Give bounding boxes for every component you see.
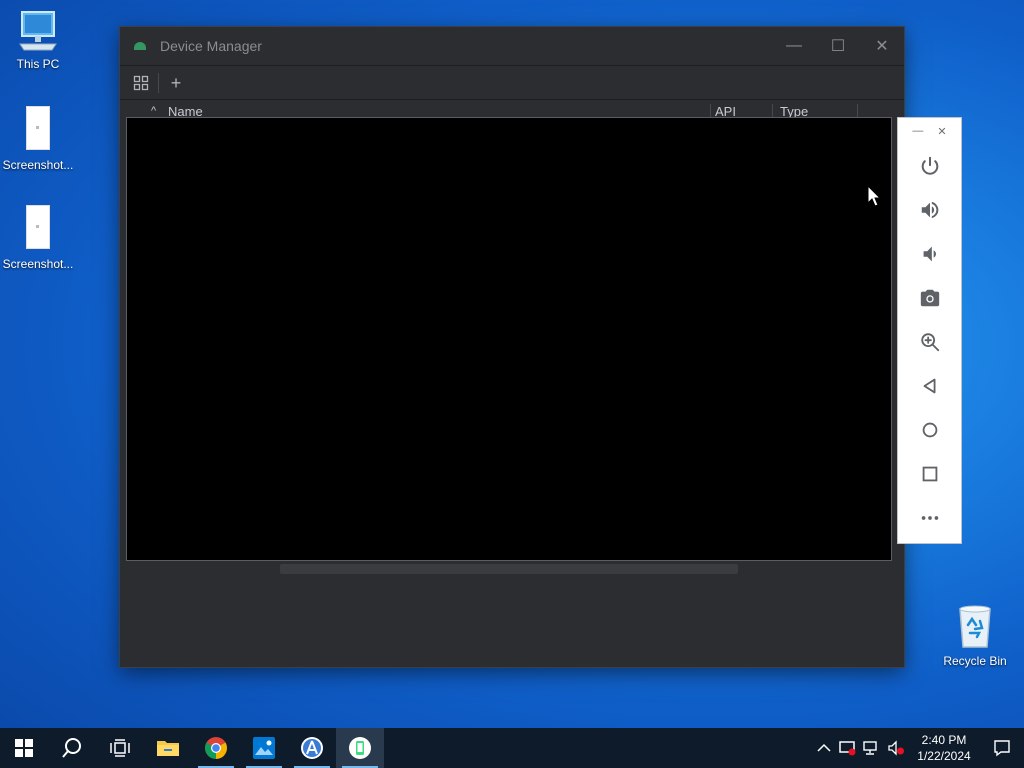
emulator-icon [349,737,371,759]
search-button[interactable] [48,728,96,768]
android-icon [134,42,146,50]
overview-icon [922,466,937,482]
image-file-icon [26,205,50,249]
home-icon [922,422,937,438]
android-studio-icon [301,737,323,759]
emulator-button[interactable] [336,728,384,768]
mouse-cursor-icon [867,185,881,207]
volume-up-icon [921,201,938,219]
volume-down-icon [923,246,936,262]
windows-logo-icon [15,739,33,757]
android-studio-button[interactable] [288,728,336,768]
security-warning-icon [839,741,856,756]
emulator-minimize-button[interactable]: — [912,125,923,137]
show-hidden-icons-button[interactable] [812,728,836,768]
minimize-button[interactable]: — [772,27,816,65]
photos-icon [253,737,275,759]
chrome-button[interactable] [192,728,240,768]
file-explorer-button[interactable] [144,728,192,768]
volume-muted-icon [888,740,904,756]
emulator-close-button[interactable]: ✕ [937,125,946,138]
device-list-icon[interactable] [126,69,156,97]
desktop-icon-label: This PC [16,57,60,71]
chrome-icon [205,737,227,759]
window-title: Device Manager [160,38,262,54]
clock-time: 2:40 PM [921,733,967,747]
desktop-icon-this-pc[interactable]: This PC [2,10,74,71]
desktop-icon-recycle-bin[interactable]: Recycle Bin [942,603,1008,668]
chevron-up-icon [817,743,831,752]
screenshot-button[interactable] [910,276,950,320]
toolbar-divider [158,73,159,93]
camera-icon [920,289,939,307]
back-button[interactable] [910,364,950,408]
task-view-button[interactable] [96,728,144,768]
computer-icon [19,11,57,51]
volume-tray-button[interactable] [884,728,908,768]
back-icon [923,378,935,394]
title-bar[interactable]: Device Manager — ☐ ✕ [120,27,904,65]
volume-up-button[interactable] [910,188,950,232]
clock-date: 1/22/2024 [917,749,971,763]
zoom-icon [920,333,939,352]
more-icon [921,516,938,520]
notification-icon [994,740,1010,757]
panel-header: — ✕ [898,118,961,144]
more-button[interactable] [910,496,950,540]
task-view-icon [110,739,130,757]
desktop-icon-screenshot-2[interactable]: Screenshot... [2,205,74,271]
start-button[interactable] [0,728,48,768]
network-icon [863,741,877,755]
desktop-icon-label: Screenshot... [2,158,74,172]
system-tray: 2:40 PM 1/22/2024 [812,728,1024,768]
search-icon [62,738,81,758]
taskbar: 2:40 PM 1/22/2024 [0,728,1024,768]
close-button[interactable]: ✕ [860,27,904,65]
power-button[interactable] [910,144,950,188]
image-file-icon [26,106,50,150]
horizontal-scrollbar[interactable] [280,564,738,574]
desktop-icon-label: Screenshot... [2,257,74,271]
add-device-button[interactable]: + [161,69,191,97]
clock[interactable]: 2:40 PM 1/22/2024 [908,732,980,764]
toolbar: + [120,65,904,100]
desktop-icon-label: Recycle Bin [943,654,1007,668]
sort-ascending-icon[interactable]: ^ [151,105,156,117]
volume-down-button[interactable] [910,232,950,276]
home-button[interactable] [910,408,950,452]
network-tray-button[interactable] [860,728,884,768]
folder-icon [157,741,179,756]
action-center-button[interactable] [980,728,1024,768]
emulator-controls-panel: — ✕ [897,117,962,544]
power-icon [921,156,938,175]
zoom-button[interactable] [910,320,950,364]
desktop-icon-screenshot-1[interactable]: Screenshot... [2,106,74,172]
overview-button[interactable] [910,452,950,496]
security-tray-button[interactable] [836,728,860,768]
emulator-screen[interactable] [126,117,892,561]
maximize-button[interactable]: ☐ [816,27,860,65]
horizontal-scrollbar-track [120,562,904,577]
recycle-bin-icon [959,605,991,648]
photos-button[interactable] [240,728,288,768]
